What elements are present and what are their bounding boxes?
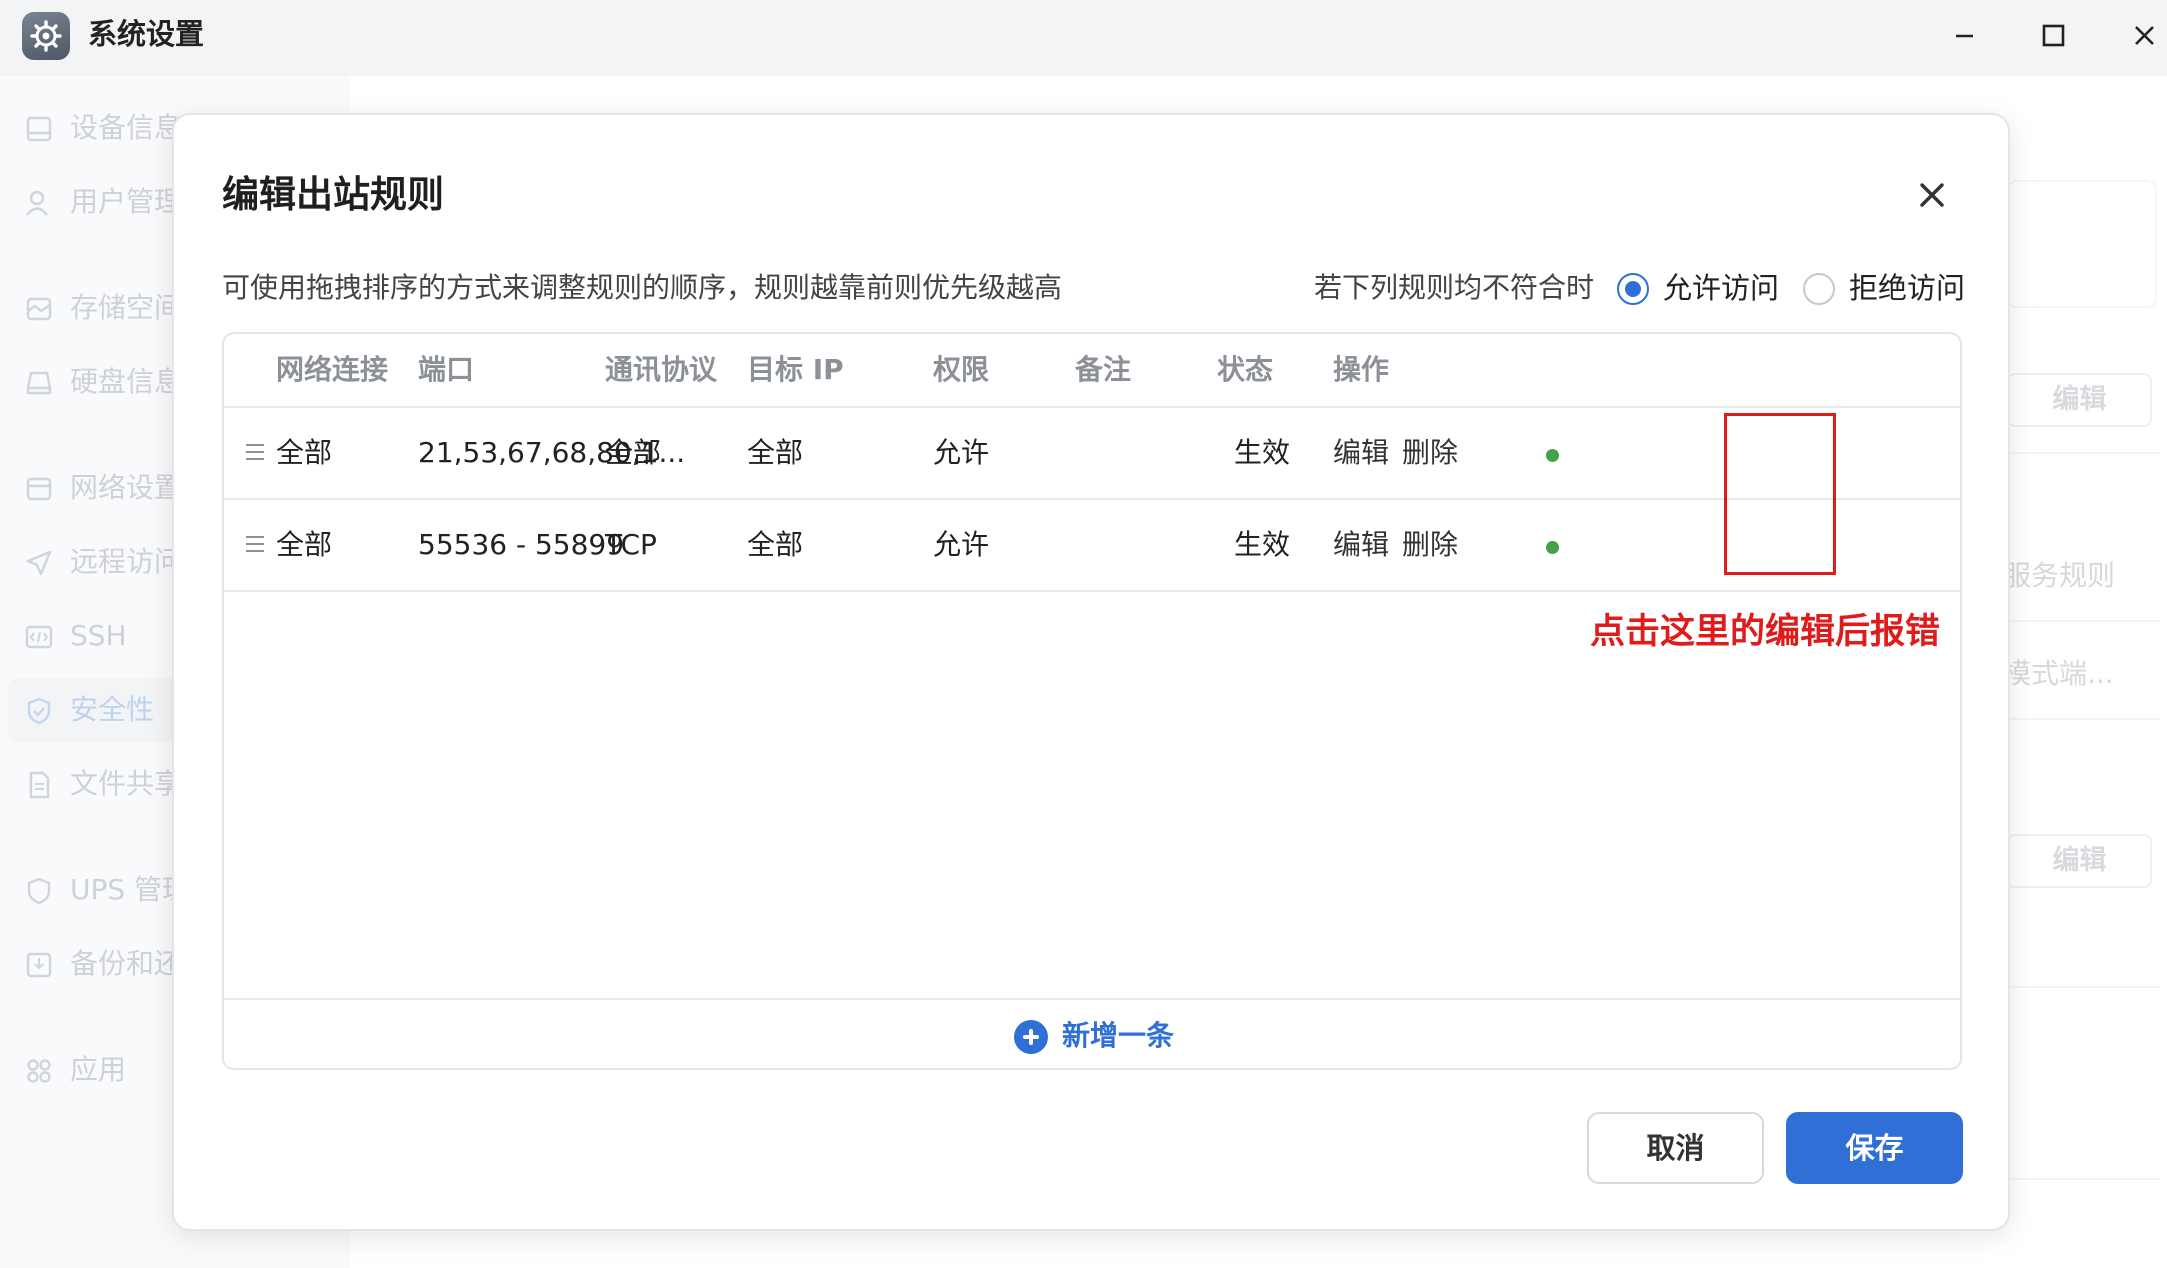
drag-sort-hint: 可使用拖拽排序的方式来调整规则的顺序，规则越靠前则优先级越高 (222, 271, 1063, 304)
cell-status: 生效 (1234, 528, 1291, 561)
plus-circle-icon (1014, 1020, 1048, 1054)
table-row: 全部 55536 - 55899 TCP 全部 允许 生效 编辑 删除 (224, 500, 1960, 592)
add-rule-label: 新增一条 (1062, 1019, 1175, 1052)
radio-label: 允许访问 (1663, 271, 1780, 305)
column-header-actions: 操作 (1333, 353, 1390, 386)
radio-checked-icon (1617, 273, 1649, 305)
dialog-title: 编辑出站规则 (222, 173, 444, 216)
drag-handle-icon[interactable] (244, 442, 266, 462)
window-title: 系统设置 (88, 17, 205, 51)
edit-outbound-rules-dialog: 编辑出站规则 可使用拖拽排序的方式来调整规则的顺序，规则越靠前则优先级越高 若下… (172, 113, 2010, 1231)
maximize-icon (2042, 24, 2065, 47)
column-header-port: 端口 (418, 353, 475, 386)
cell-permission: 允许 (933, 436, 990, 469)
gear-icon (22, 12, 70, 60)
save-button[interactable]: 保存 (1786, 1112, 1963, 1184)
cell-network: 全部 (276, 528, 333, 561)
annotation-highlight-box (1724, 413, 1836, 575)
column-header-note: 备注 (1075, 353, 1132, 386)
status-active-icon (1546, 541, 1559, 554)
column-header-target-ip: 目标 IP (747, 353, 844, 386)
close-icon (1920, 183, 1944, 207)
column-header-permission: 权限 (933, 353, 990, 386)
close-icon (2135, 26, 2154, 45)
drag-handle-icon[interactable] (244, 534, 266, 554)
default-policy-label: 若下列规则均不符合时 (1314, 271, 1595, 304)
close-window-button[interactable] (2120, 14, 2167, 58)
title-bar: 系统设置 (0, 0, 2167, 76)
table-row: 全部 21,53,67,68,80,1... 全部 全部 允许 生效 编辑 删除 (224, 408, 1960, 500)
status-active-icon (1546, 449, 1559, 462)
minimize-button[interactable] (1940, 14, 1988, 58)
table-header: 网络连接 端口 通讯协议 目标 IP 权限 备注 状态 操作 (224, 334, 1960, 408)
cell-network: 全部 (276, 436, 333, 469)
delete-rule-button[interactable]: 删除 (1402, 526, 1458, 564)
column-header-protocol: 通讯协议 (605, 353, 718, 386)
cancel-button[interactable]: 取消 (1587, 1112, 1764, 1184)
edit-rule-button[interactable]: 编辑 (1333, 434, 1389, 472)
radio-unchecked-icon (1803, 273, 1835, 305)
column-header-status: 状态 (1217, 353, 1274, 386)
dialog-close-button[interactable] (1912, 175, 1952, 215)
cell-protocol: 全部 (605, 436, 662, 469)
annotation-text: 点击这里的编辑后报错 (1590, 612, 1941, 652)
cell-permission: 允许 (933, 528, 990, 561)
rules-table: 网络连接 端口 通讯协议 目标 IP 权限 备注 状态 操作 全部 21,53,… (222, 332, 1962, 1070)
cell-target-ip: 全部 (747, 528, 804, 561)
cell-protocol: TCP (605, 528, 657, 561)
add-rule-button[interactable]: 新增一条 (224, 998, 1960, 1068)
column-header-network: 网络连接 (276, 353, 389, 386)
cell-port: 55536 - 55899 (418, 528, 625, 561)
deny-access-radio[interactable]: 拒绝访问 (1803, 271, 1973, 307)
cell-target-ip: 全部 (747, 436, 804, 469)
edit-rule-button[interactable]: 编辑 (1333, 526, 1389, 564)
radio-label: 拒绝访问 (1849, 271, 1966, 305)
cell-status: 生效 (1234, 436, 1291, 469)
maximize-button[interactable] (2029, 14, 2077, 58)
allow-access-radio[interactable]: 允许访问 (1617, 271, 1787, 307)
delete-rule-button[interactable]: 删除 (1402, 434, 1458, 472)
minimize-icon (1956, 34, 1973, 38)
